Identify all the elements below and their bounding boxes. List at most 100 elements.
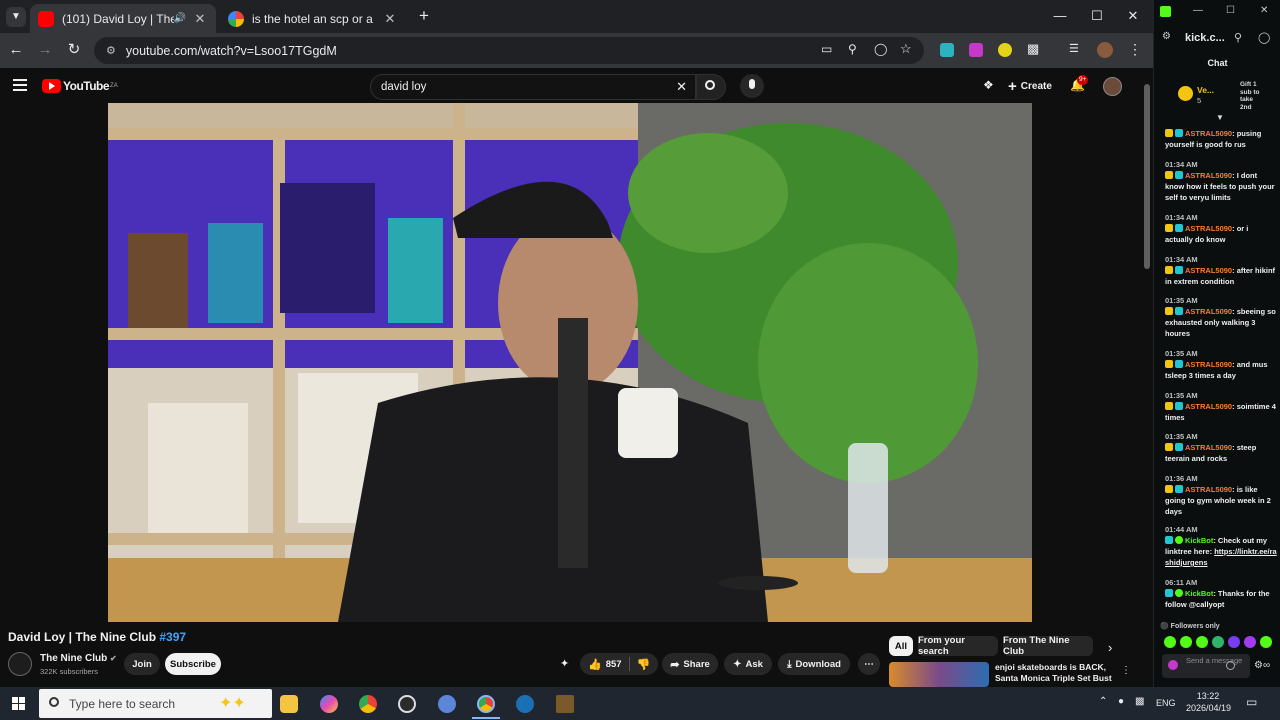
chrome-profile-icon[interactable]	[477, 695, 495, 713]
chat-username[interactable]: ASTRAL5090	[1185, 360, 1232, 369]
page-scrollbar[interactable]	[1141, 70, 1153, 687]
chat-username[interactable]: ASTRAL5090	[1185, 443, 1232, 452]
channel-name[interactable]: The Nine Club ✔	[40, 653, 117, 664]
emote-icon[interactable]	[1244, 636, 1256, 648]
windows-start-icon[interactable]	[12, 697, 25, 710]
chat-username[interactable]: KickBot	[1185, 589, 1213, 598]
reload-icon[interactable]: ↻	[64, 40, 84, 60]
chips-next-icon[interactable]: ›	[1108, 640, 1112, 655]
gift-sub-promo[interactable]: Gift 1 sub to take 2nd	[1230, 81, 1276, 111]
like-thumb-icon[interactable]: 👍	[588, 658, 602, 671]
tab-youtube[interactable]: (101) David Loy | The Nine C 🔊 ✕	[30, 4, 216, 33]
scrollbar-thumb[interactable]	[1144, 84, 1150, 269]
forward-arrow-icon[interactable]: →	[35, 40, 55, 60]
back-arrow-icon[interactable]: ←	[6, 40, 26, 60]
close-tab-icon[interactable]: ✕	[192, 11, 208, 27]
chat-settings-icon[interactable]: ⚙∞	[1254, 660, 1270, 671]
snipping-tool-icon[interactable]	[438, 695, 456, 713]
network-icon[interactable]: ▩	[1135, 696, 1144, 707]
ai-sparkle-icon[interactable]: ✦	[560, 657, 574, 671]
chat-username[interactable]: ASTRAL5090	[1185, 485, 1232, 494]
channel-avatar[interactable]	[8, 652, 32, 676]
chat-username[interactable]: ASTRAL5090	[1185, 266, 1232, 275]
emote-icon[interactable]	[1260, 636, 1272, 648]
tab-google[interactable]: is the hotel an scp or a backroo ✕	[220, 4, 406, 33]
notification-center-icon[interactable]: ▭	[1246, 695, 1257, 709]
zoom-icon[interactable]: ⚲	[1234, 31, 1242, 44]
chat-filter-icon[interactable]: ▼	[1216, 113, 1224, 122]
eye-slash-icon[interactable]: ◯	[1258, 31, 1270, 44]
recommendation-menu-icon[interactable]: ⋮	[1121, 665, 1131, 676]
chat-username[interactable]: ASTRAL5090	[1185, 224, 1232, 233]
chat-message-input[interactable]: Send a message	[1162, 654, 1250, 678]
browser-menu-icon[interactable]: ⋮	[1128, 41, 1142, 59]
maximize-window-icon[interactable]: ☐	[1226, 5, 1235, 16]
download-button[interactable]: ⤓ Download	[778, 653, 850, 675]
copilot-icon[interactable]	[320, 695, 338, 713]
tab-search-button[interactable]: ▼	[6, 7, 26, 27]
create-button[interactable]: + Create	[1008, 77, 1052, 95]
taskbar-clock[interactable]: 13:22 2026/04/19	[1186, 690, 1231, 714]
chat-username[interactable]: KickBot	[1185, 536, 1213, 545]
voice-search-button[interactable]	[740, 74, 764, 98]
maximize-window-icon[interactable]: ☐	[1087, 8, 1107, 24]
emote-icon[interactable]	[1180, 636, 1192, 648]
steam-icon[interactable]	[516, 695, 534, 713]
new-tab-button[interactable]: +	[414, 6, 434, 26]
clear-search-icon[interactable]: ✕	[676, 79, 687, 95]
emoji-icon[interactable]	[1226, 661, 1235, 670]
close-tab-icon[interactable]: ✕	[382, 11, 398, 27]
extensions-puzzle-icon[interactable]: ▩	[1027, 41, 1043, 57]
eye-slash-icon[interactable]: ◯	[874, 42, 887, 56]
subscribe-button[interactable]: Subscribe	[165, 653, 221, 675]
site-settings-icon[interactable]: ⚙	[1162, 31, 1171, 42]
more-actions-button[interactable]: ⋯	[858, 653, 880, 675]
extension-2-icon[interactable]	[969, 43, 983, 57]
join-button[interactable]: Join	[124, 653, 160, 675]
search-input[interactable]: david loy ✕	[370, 74, 696, 100]
zoom-icon[interactable]: ⚲	[848, 42, 857, 56]
youtube-logo[interactable]: YouTube ZA	[42, 79, 118, 93]
cast-icon[interactable]: ▭	[821, 42, 832, 56]
emote-icon[interactable]	[1164, 636, 1176, 648]
like-count[interactable]: 857	[606, 659, 622, 670]
chip-all[interactable]: All	[889, 636, 913, 656]
chat-username[interactable]: ASTRAL5090	[1185, 307, 1232, 316]
profile-avatar[interactable]	[1097, 42, 1113, 58]
chip-from-channel[interactable]: From The Nine Club	[1003, 635, 1093, 657]
minimize-window-icon[interactable]: —	[1193, 5, 1203, 16]
chat-username[interactable]: ASTRAL5090	[1185, 402, 1232, 411]
address-bar[interactable]: ⚙ youtube.com/watch?v=Lsoo17TGgdM ▭ ⚲ ◯ …	[94, 37, 924, 64]
account-avatar[interactable]	[1103, 77, 1122, 96]
hamburger-menu-icon[interactable]	[13, 79, 27, 91]
audio-playing-icon[interactable]: 🔊	[174, 13, 186, 24]
emote-picker-icon[interactable]	[1168, 660, 1178, 670]
language-indicator[interactable]: ENG	[1156, 698, 1176, 708]
tray-overflow-icon[interactable]: ⌃	[1099, 696, 1107, 707]
media-controls-icon[interactable]: ☰	[1069, 42, 1083, 56]
chat-username[interactable]: ASTRAL5090	[1185, 129, 1232, 138]
close-window-icon[interactable]: ✕	[1260, 5, 1268, 16]
minecraft-icon[interactable]	[556, 695, 574, 713]
microphone-tray-icon[interactable]: ●	[1118, 696, 1124, 707]
emote-icon[interactable]	[1228, 636, 1240, 648]
chat-username[interactable]: ASTRAL5090	[1185, 171, 1232, 180]
chip-from-your-search[interactable]: From your search	[918, 635, 998, 657]
minimize-window-icon[interactable]: —	[1050, 8, 1070, 24]
close-window-icon[interactable]: ✕	[1123, 8, 1143, 24]
bookmark-star-icon[interactable]: ☆	[900, 41, 912, 57]
ask-button[interactable]: ✦ Ask	[724, 653, 772, 675]
file-explorer-icon[interactable]	[280, 695, 298, 713]
search-button[interactable]	[696, 74, 726, 100]
emote-icon[interactable]	[1212, 636, 1224, 648]
extension-1-icon[interactable]	[940, 43, 954, 57]
dislike-thumb-icon[interactable]: 👎	[637, 658, 651, 671]
video-player[interactable]	[108, 103, 1032, 622]
taskbar-search-input[interactable]: Type here to search ✦✦	[39, 689, 272, 718]
obs-icon[interactable]	[398, 695, 416, 713]
recommendation-thumbnail[interactable]	[889, 662, 989, 687]
video-hashtag[interactable]: #397	[159, 630, 186, 644]
extension-3-icon[interactable]	[998, 43, 1012, 57]
emote-icon[interactable]	[1196, 636, 1208, 648]
chrome-icon[interactable]	[359, 695, 377, 713]
